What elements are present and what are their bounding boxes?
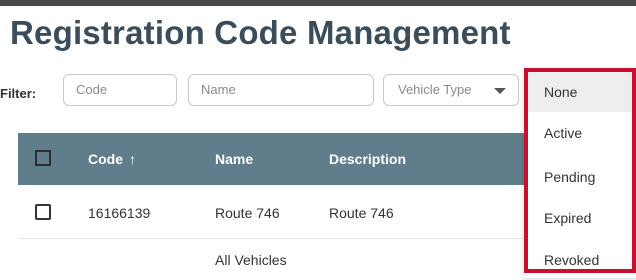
column-header-name[interactable]: Name bbox=[215, 151, 253, 167]
cell-name: All Vehicles bbox=[215, 252, 287, 268]
sort-ascending-icon: ↑ bbox=[129, 151, 136, 167]
row-checkbox[interactable] bbox=[35, 204, 51, 220]
cell-name: Route 746 bbox=[215, 205, 280, 221]
table-row[interactable]: 16166139 Route 746 Route 746 bbox=[18, 186, 538, 239]
name-filter-input[interactable]: Name bbox=[188, 74, 374, 106]
table-header: Code ↑ Name Description bbox=[18, 133, 538, 185]
cell-description: Route 746 bbox=[329, 205, 394, 221]
code-filter-placeholder: Code bbox=[76, 82, 108, 97]
code-filter-input[interactable]: Code bbox=[63, 74, 177, 106]
page-title: Registration Code Management bbox=[10, 14, 511, 51]
chevron-down-icon bbox=[494, 88, 506, 94]
column-header-code-label: Code bbox=[88, 151, 123, 167]
name-filter-placeholder: Name bbox=[201, 82, 236, 97]
column-header-description[interactable]: Description bbox=[329, 151, 406, 167]
vehicle-type-placeholder: Vehicle Type bbox=[398, 82, 472, 97]
highlight-box bbox=[524, 68, 636, 273]
cell-code: 16166139 bbox=[88, 205, 151, 221]
vehicle-type-select[interactable]: Vehicle Type bbox=[383, 74, 519, 106]
window-top-border bbox=[0, 0, 636, 6]
filter-label: Filter: bbox=[0, 86, 37, 101]
column-header-code[interactable]: Code ↑ bbox=[88, 151, 136, 167]
select-all-checkbox[interactable] bbox=[35, 150, 51, 166]
